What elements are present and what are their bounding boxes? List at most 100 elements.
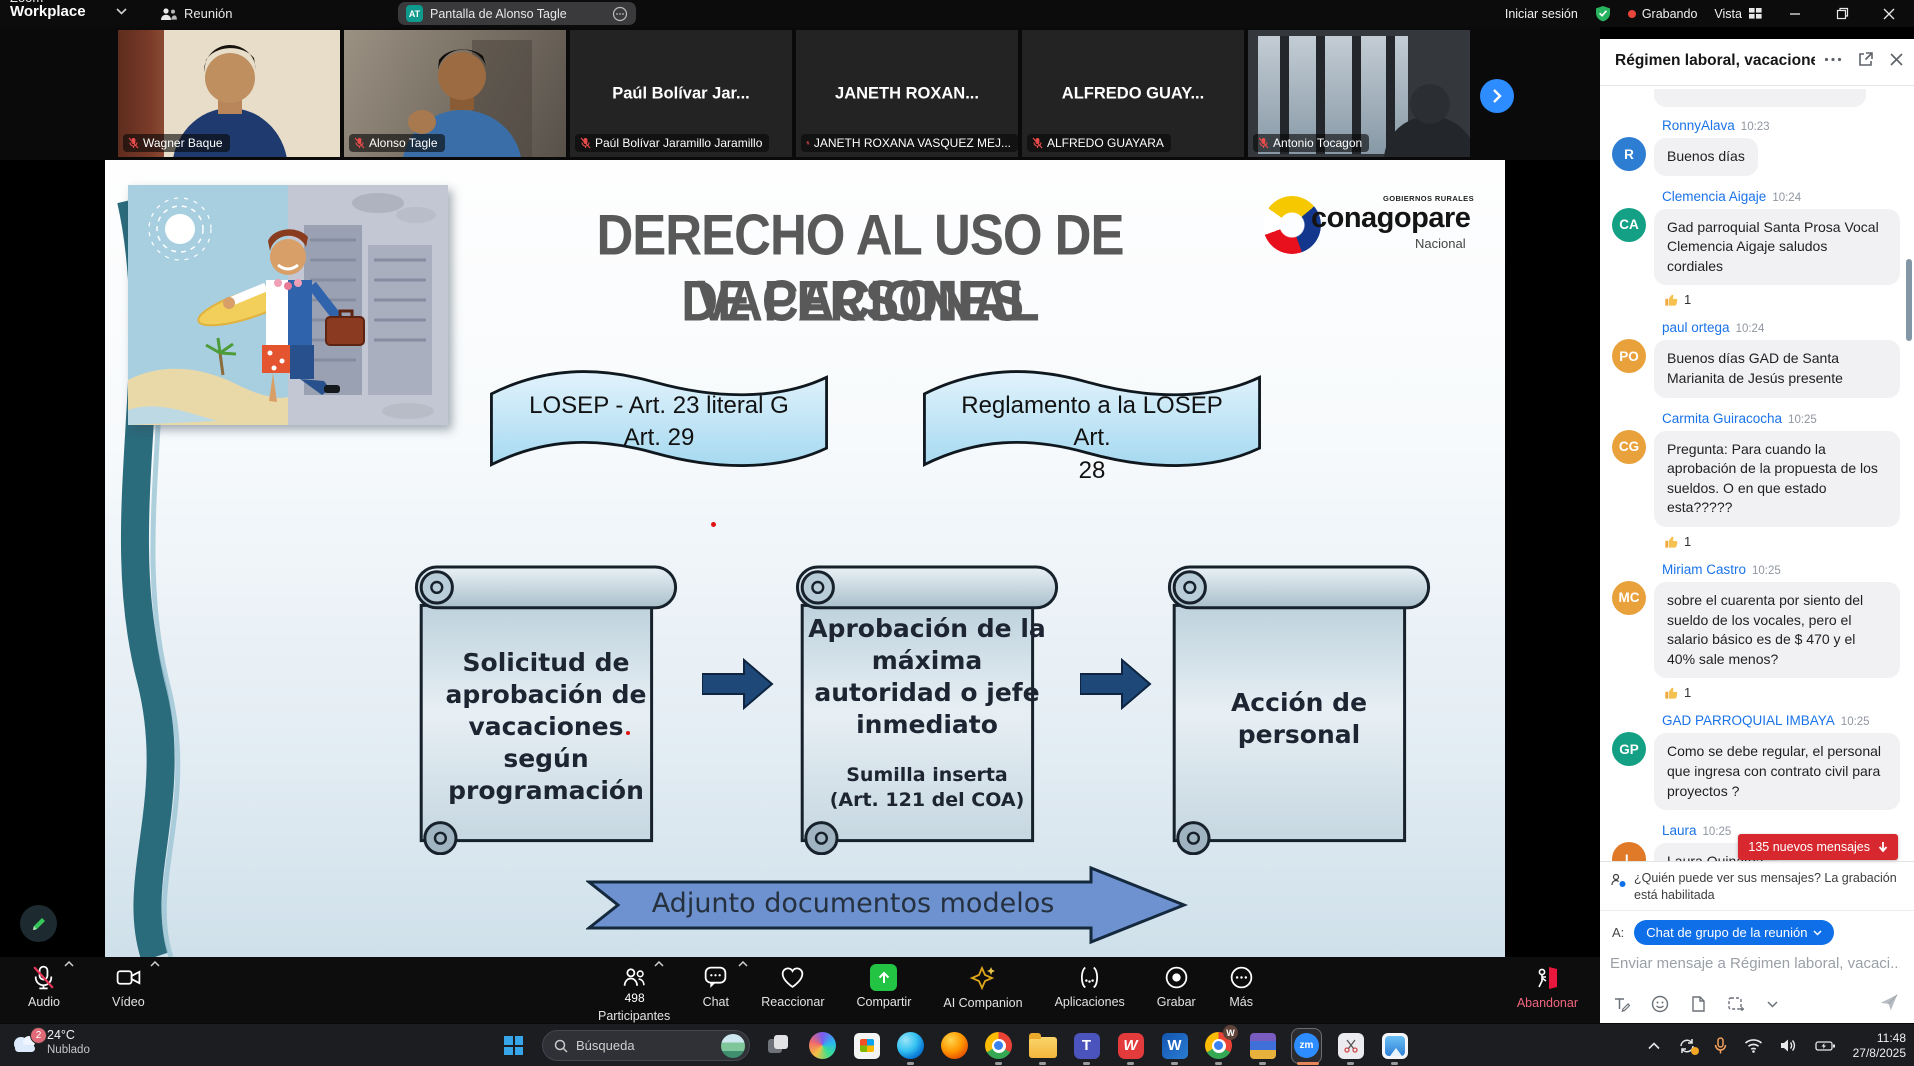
- minimize-button[interactable]: [1780, 0, 1810, 27]
- sync-status-icon[interactable]: [1677, 1037, 1697, 1055]
- banner1-line1: LOSEP - Art. 23 literal G: [529, 392, 789, 419]
- chat-message-input[interactable]: [1608, 954, 1902, 973]
- search-box[interactable]: Búsqueda: [542, 1030, 750, 1061]
- start-button[interactable]: [498, 1030, 529, 1061]
- ai-companion-button[interactable]: AI Companion: [943, 957, 1022, 1010]
- mic-muted-icon: [580, 137, 591, 149]
- firefox-button[interactable]: [939, 1030, 970, 1061]
- chat-panel: Régimen laboral, vacaciones, lice... R R…: [1600, 39, 1914, 1023]
- more-ellipsis-icon[interactable]: [1824, 57, 1842, 62]
- snipping-tool-button[interactable]: [1335, 1030, 1366, 1061]
- sender-name[interactable]: Carmita Guiracocha: [1662, 411, 1782, 426]
- wifi-icon[interactable]: [1744, 1038, 1763, 1053]
- sender-name[interactable]: paul ortega: [1662, 320, 1730, 335]
- chat-scrollbar[interactable]: [1906, 259, 1912, 341]
- recipient-dropdown[interactable]: Chat de grupo de la reunión: [1634, 920, 1834, 945]
- chevron-up-icon[interactable]: [150, 961, 160, 967]
- audio-button[interactable]: Audio: [28, 957, 60, 1009]
- close-icon[interactable]: [1889, 52, 1904, 67]
- send-button[interactable]: [1878, 991, 1900, 1013]
- video-tile-paul[interactable]: Paúl Bolívar Jar... Paúl Bolívar Jaramil…: [570, 30, 792, 157]
- sign-in-button[interactable]: Iniciar sesión: [1505, 7, 1578, 21]
- sender-name[interactable]: Laura: [1662, 823, 1697, 838]
- record-button[interactable]: Grabar: [1157, 957, 1196, 1009]
- close-icon[interactable]: [1874, 0, 1904, 27]
- chrome-profile-button[interactable]: W: [1203, 1030, 1234, 1061]
- recording-indicator[interactable]: Grabando: [1628, 7, 1698, 21]
- reaction-chip[interactable]: 1: [1664, 685, 1900, 700]
- task-view-button[interactable]: [763, 1030, 794, 1061]
- sender-name[interactable]: Miriam Castro: [1662, 562, 1746, 577]
- sender-name[interactable]: RonnyAlava: [1662, 118, 1735, 133]
- tab-meeting-label: Reunión: [184, 6, 232, 21]
- screenshot-icon[interactable]: [1727, 995, 1746, 1013]
- video-tile-wagner[interactable]: Wagner Baque: [118, 30, 340, 157]
- format-text-icon[interactable]: [1612, 995, 1630, 1013]
- battery-icon[interactable]: [1815, 1040, 1836, 1052]
- weather-badge: 2: [30, 1027, 47, 1044]
- winrar-button[interactable]: [1247, 1030, 1278, 1061]
- tab-screen-share[interactable]: AT Pantalla de Alonso Tagle: [398, 2, 636, 25]
- ai-companion-label: AI Companion: [943, 996, 1022, 1010]
- file-explorer-button[interactable]: [1027, 1030, 1058, 1061]
- name-pill: Paúl Bolívar Jaramillo Jaramillo: [575, 134, 769, 152]
- reaction-chip[interactable]: 1: [1664, 534, 1900, 549]
- ellipsis-icon[interactable]: [612, 6, 628, 22]
- zoom-app-button[interactable]: zm: [1291, 1030, 1322, 1061]
- new-messages-badge[interactable]: 135 nuevos mensajes: [1738, 834, 1898, 860]
- chrome-button[interactable]: [983, 1030, 1014, 1061]
- mic-in-use-icon[interactable]: [1714, 1037, 1727, 1055]
- chat-button[interactable]: Chat: [702, 957, 729, 1009]
- teams-button[interactable]: T: [1071, 1030, 1102, 1061]
- attach-file-icon[interactable]: [1690, 995, 1706, 1013]
- weather-widget[interactable]: 2 24°C Nublado: [10, 1028, 90, 1057]
- view-button[interactable]: Vista: [1714, 7, 1763, 21]
- react-button[interactable]: Reaccionar: [761, 957, 824, 1009]
- more-button[interactable]: Más: [1228, 957, 1255, 1009]
- chevron-down-icon[interactable]: [1767, 1001, 1778, 1008]
- leave-button[interactable]: Abandonar: [1517, 964, 1578, 1010]
- apps-icon: [1076, 964, 1103, 991]
- annotation-dot: [711, 522, 716, 527]
- tab-meeting[interactable]: Reunión: [160, 0, 232, 27]
- video-tile-janeth[interactable]: JANETH ROXAN... JANETH ROXANA VASQUEZ ME…: [796, 30, 1018, 157]
- scroll2-subtext1: Sumilla inserta: [846, 764, 1008, 786]
- photos-button[interactable]: [1379, 1030, 1410, 1061]
- participants-button[interactable]: 498 Participantes: [598, 957, 670, 1023]
- scroll-accion: Acción de personal: [1153, 555, 1445, 855]
- emoji-icon[interactable]: [1651, 995, 1669, 1013]
- chevron-up-icon[interactable]: [64, 961, 74, 967]
- tray-chevron-up-icon[interactable]: [1648, 1042, 1660, 1050]
- volume-icon[interactable]: [1780, 1038, 1798, 1053]
- search-daily-image[interactable]: [721, 1034, 745, 1058]
- next-participants-button[interactable]: [1480, 79, 1514, 113]
- microsoft-store-button[interactable]: [851, 1030, 882, 1061]
- chevron-up-icon[interactable]: [738, 961, 748, 967]
- word-button[interactable]: W: [1159, 1030, 1190, 1061]
- shield-check-icon[interactable]: [1595, 5, 1611, 22]
- edge-button[interactable]: [895, 1030, 926, 1061]
- sender-name[interactable]: GAD PARROQUIAL IMBAYA: [1662, 713, 1835, 728]
- maximize-button[interactable]: [1827, 0, 1857, 27]
- chevron-up-icon[interactable]: [654, 961, 664, 967]
- apps-button[interactable]: Aplicaciones: [1055, 957, 1125, 1009]
- copilot-button[interactable]: [807, 1030, 838, 1061]
- sparkle-icon: [969, 964, 997, 992]
- wps-button[interactable]: W: [1115, 1030, 1146, 1061]
- chat-message-list[interactable]: R RonnyAlava10:23 Buenos días CA Clemenc…: [1612, 89, 1900, 862]
- leave-label: Abandonar: [1517, 996, 1578, 1010]
- share-label: Compartir: [857, 995, 912, 1009]
- chevron-right-icon: [1492, 88, 1502, 104]
- annotation-pencil-button[interactable]: [20, 905, 57, 942]
- reaction-chip[interactable]: 1: [1664, 292, 1900, 307]
- chevron-down-icon[interactable]: [116, 8, 127, 15]
- popout-icon[interactable]: [1857, 51, 1874, 68]
- video-tile-antonio[interactable]: Antonio Tocagon: [1248, 30, 1470, 157]
- message-bubble: Como se debe regular, el personal que in…: [1654, 733, 1900, 810]
- video-tile-alfredo[interactable]: ALFREDO GUAY... ALFREDO GUAYARA: [1022, 30, 1244, 157]
- video-tile-alonso[interactable]: Alonso Tagle: [344, 30, 566, 157]
- video-button[interactable]: Vídeo: [112, 957, 145, 1009]
- share-button[interactable]: Compartir: [857, 957, 912, 1009]
- sender-name[interactable]: Clemencia Aigaje: [1662, 189, 1766, 204]
- clock[interactable]: 11:48 27/8/2025: [1853, 1031, 1906, 1061]
